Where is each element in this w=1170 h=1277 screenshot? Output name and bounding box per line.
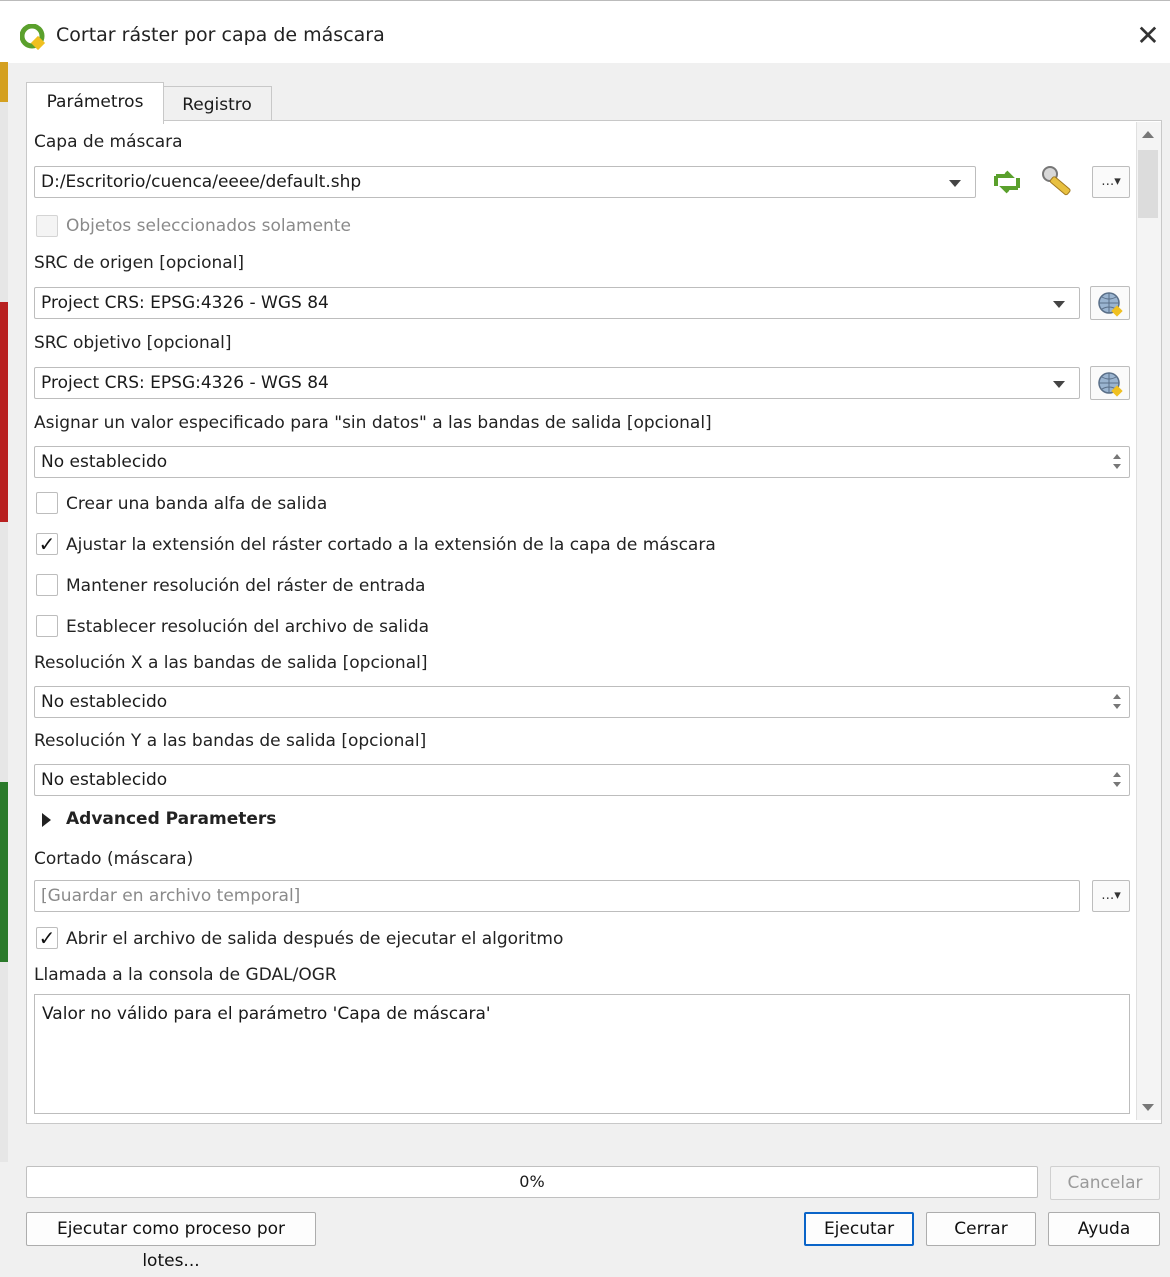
- progress-text: 0%: [519, 1172, 545, 1191]
- background-window-strip: [0, 62, 8, 1162]
- output-browse-button[interactable]: …▾: [1092, 880, 1130, 912]
- nodata-value: No establecido: [41, 452, 168, 472]
- progress-bar: 0%: [26, 1166, 1038, 1198]
- set-resolution-label: Establecer resolución del archivo de sal…: [66, 617, 430, 637]
- mask-layer-browse-button[interactable]: …▾: [1092, 166, 1130, 198]
- scroll-up-icon[interactable]: [1142, 131, 1154, 138]
- open-output-checkbox[interactable]: ✓: [36, 927, 58, 949]
- output-placeholder: [Guardar en archivo temporal]: [41, 886, 301, 906]
- chevron-down-icon: [949, 180, 961, 187]
- mask-layer-label: Capa de máscara: [34, 132, 183, 152]
- spin-arrows-icon[interactable]: [1111, 453, 1123, 471]
- globe-crs-icon: [1098, 292, 1123, 317]
- spin-arrows-icon[interactable]: [1111, 693, 1123, 711]
- close-icon[interactable]: ✕: [1132, 18, 1164, 54]
- alpha-band-checkbox[interactable]: [36, 492, 58, 514]
- output-label: Cortado (máscara): [34, 849, 194, 869]
- xres-spinbox[interactable]: No establecido: [34, 686, 1130, 718]
- console-textarea[interactable]: Valor no válido para el parámetro 'Capa …: [34, 994, 1130, 1114]
- console-text: Valor no válido para el parámetro 'Capa …: [42, 1004, 491, 1024]
- yres-spinbox[interactable]: No establecido: [34, 764, 1130, 796]
- nodata-spinbox[interactable]: No establecido: [34, 446, 1130, 478]
- mask-layer-value: D:/Escritorio/cuenca/eeee/default.shp: [41, 172, 362, 192]
- source-crs-label: SRC de origen [opcional]: [34, 253, 245, 273]
- source-crs-select-button[interactable]: [1090, 286, 1130, 320]
- run-button[interactable]: Ejecutar: [804, 1212, 914, 1246]
- spin-arrows-icon[interactable]: [1111, 771, 1123, 789]
- yres-label: Resolución Y a las bandas de salida [opc…: [34, 731, 427, 751]
- keep-resolution-label: Mantener resolución del ráster de entrad…: [66, 576, 426, 596]
- mask-layer-combo[interactable]: D:/Escritorio/cuenca/eeee/default.shp: [34, 166, 976, 198]
- close-button[interactable]: Cerrar: [926, 1212, 1036, 1246]
- selected-only-checkbox[interactable]: [36, 215, 58, 237]
- source-crs-combo[interactable]: Project CRS: EPSG:4326 - WGS 84: [34, 287, 1080, 319]
- crop-extent-label: Ajustar la extensión del ráster cortado …: [66, 535, 716, 555]
- target-crs-label: SRC objetivo [opcional]: [34, 333, 232, 353]
- nodata-label: Asignar un valor especificado para "sin …: [34, 413, 712, 433]
- keep-resolution-checkbox[interactable]: [36, 574, 58, 596]
- globe-crs-icon: [1098, 372, 1123, 397]
- scroll-down-icon[interactable]: [1142, 1104, 1154, 1111]
- scrollbar-thumb[interactable]: [1138, 150, 1158, 218]
- alpha-band-label: Crear una banda alfa de salida: [66, 494, 328, 514]
- chevron-down-icon: [1053, 301, 1065, 308]
- set-resolution-checkbox[interactable]: [36, 615, 58, 637]
- xres-value: No establecido: [41, 692, 168, 712]
- crop-extent-checkbox[interactable]: ✓: [36, 533, 58, 555]
- expand-triangle-icon[interactable]: [42, 813, 51, 827]
- xres-label: Resolución X a las bandas de salida [opc…: [34, 653, 428, 673]
- help-button[interactable]: Ayuda: [1048, 1212, 1160, 1246]
- tab-parametros[interactable]: Parámetros: [26, 82, 164, 124]
- target-crs-select-button[interactable]: [1090, 366, 1130, 400]
- iterate-refresh-icon[interactable]: [988, 166, 1026, 198]
- qgis-logo-icon: [20, 24, 46, 50]
- target-crs-combo[interactable]: Project CRS: EPSG:4326 - WGS 84: [34, 367, 1080, 399]
- tab-registro[interactable]: Registro: [162, 86, 272, 121]
- console-label: Llamada a la consola de GDAL/OGR: [34, 965, 337, 985]
- source-crs-value: Project CRS: EPSG:4326 - WGS 84: [41, 293, 329, 313]
- wrench-icon[interactable]: [1038, 162, 1082, 202]
- output-file-field[interactable]: [Guardar en archivo temporal]: [34, 880, 1080, 912]
- batch-process-button[interactable]: Ejecutar como proceso por lotes...: [26, 1212, 316, 1271]
- window-title: Cortar ráster por capa de máscara: [56, 24, 385, 46]
- selected-only-label: Objetos seleccionados solamente: [66, 216, 351, 236]
- scrollbar[interactable]: [1136, 122, 1161, 1120]
- chevron-down-icon: [1053, 381, 1065, 388]
- open-output-label: Abrir el archivo de salida después de ej…: [66, 929, 564, 949]
- yres-value: No establecido: [41, 770, 168, 790]
- advanced-parameters-toggle[interactable]: Advanced Parameters: [66, 809, 276, 829]
- target-crs-value: Project CRS: EPSG:4326 - WGS 84: [41, 373, 329, 393]
- cancel-button[interactable]: Cancelar: [1050, 1166, 1160, 1200]
